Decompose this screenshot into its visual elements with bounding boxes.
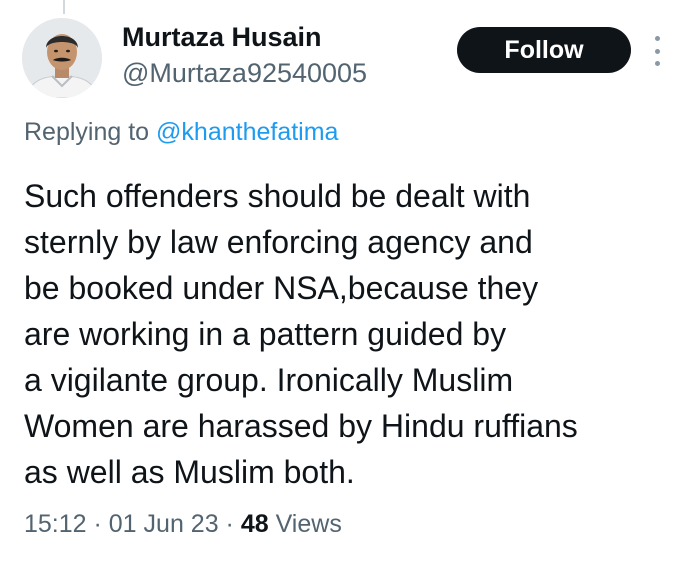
tweet-meta: 15:12 · 01 Jun 23 · 48 Views bbox=[24, 510, 342, 539]
avatar[interactable] bbox=[22, 18, 102, 98]
follow-button[interactable]: Follow bbox=[457, 27, 631, 73]
views-count: 48 bbox=[240, 510, 269, 538]
tweet-date[interactable]: 01 Jun 23 bbox=[109, 510, 219, 538]
tweet-text-line: Women are harassed by Hindu ruffians bbox=[24, 408, 578, 444]
more-dot bbox=[654, 36, 660, 41]
more-dot bbox=[654, 48, 660, 54]
replying-to-line: Replying to @khanthefatima bbox=[24, 118, 338, 147]
tweet-text-line: be booked under NSA,because they bbox=[24, 270, 539, 306]
views-label: Views bbox=[268, 510, 342, 538]
tweet-text-line: Such offenders should be dealt with bbox=[24, 178, 531, 214]
meta-separator: · bbox=[218, 510, 241, 538]
more-dot bbox=[654, 61, 660, 66]
tweet-text-line: as well as Muslim both. bbox=[24, 454, 355, 490]
tweet-text: Such offenders should be dealt with ster… bbox=[24, 173, 684, 495]
author-display-name[interactable]: Murtaza Husain bbox=[122, 22, 322, 53]
meta-separator: · bbox=[86, 510, 109, 538]
replying-to-mention-link[interactable]: @khanthefatima bbox=[156, 118, 338, 146]
more-dots-vertical-icon[interactable] bbox=[650, 36, 664, 66]
tweet-time[interactable]: 15:12 bbox=[24, 510, 87, 538]
thread-connector-line bbox=[63, 0, 65, 14]
author-handle[interactable]: @Murtaza92540005 bbox=[122, 58, 367, 89]
avatar-image bbox=[22, 18, 102, 98]
tweet-text-line: a vigilante group. Ironically Muslim bbox=[24, 362, 514, 398]
tweet-text-line: are working in a pattern guided by bbox=[24, 316, 507, 352]
tweet-text-line: sternly by law enforcing agency and bbox=[24, 224, 533, 260]
replying-to-prefix: Replying to bbox=[24, 118, 157, 146]
